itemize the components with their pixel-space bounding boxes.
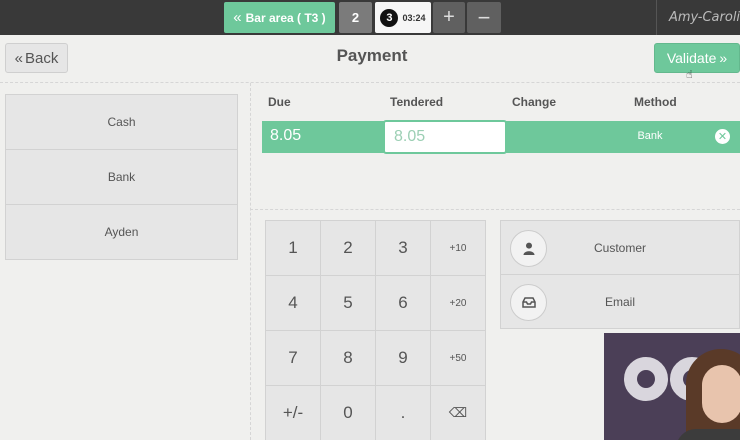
email-button[interactable]: Email	[500, 274, 740, 329]
user-icon	[510, 230, 547, 267]
column-method: Method	[634, 95, 677, 109]
numpad: 1 2 3 +10 4 5 6 +20 7 8 9 +50 +/- 0 . ⌫	[265, 220, 486, 440]
add-order-button[interactable]: +	[433, 2, 465, 33]
numpad-key-7[interactable]: 7	[265, 330, 321, 386]
numpad-key-backspace[interactable]: ⌫	[430, 385, 486, 440]
numpad-key-plus50[interactable]: +50	[430, 330, 486, 386]
double-chevron-left-icon: «	[233, 9, 242, 26]
numpad-key-plus10[interactable]: +10	[430, 220, 486, 276]
floor-back-button[interactable]: « Bar area ( T3 )	[224, 2, 335, 33]
cashier-name[interactable]: Amy-Caroline	[656, 0, 740, 35]
backspace-icon: ⌫	[448, 405, 468, 420]
hand-cursor-icon: ☝	[686, 69, 693, 81]
payment-method-bank[interactable]: Bank	[5, 149, 238, 205]
order-number-badge: 3	[380, 8, 399, 27]
lines-divider	[250, 209, 740, 210]
numpad-key-4[interactable]: 4	[265, 275, 321, 331]
validate-button[interactable]: Validate »	[654, 43, 740, 73]
column-tendered: Tendered	[390, 95, 444, 109]
order-time: 03:24	[402, 12, 426, 23]
double-chevron-right-icon: »	[719, 50, 728, 66]
column-due: Due	[268, 95, 291, 109]
back-button[interactable]: « Back	[5, 43, 68, 73]
remove-order-button[interactable]: −	[467, 2, 501, 33]
numpad-key-1[interactable]: 1	[265, 220, 321, 276]
numpad-key-6[interactable]: 6	[375, 275, 431, 331]
numpad-key-decimal[interactable]: .	[375, 385, 431, 440]
payment-line-method: Bank	[637, 130, 663, 142]
numpad-key-plus20[interactable]: +20	[430, 275, 486, 331]
numpad-key-2[interactable]: 2	[320, 220, 376, 276]
numpad-key-0[interactable]: 0	[320, 385, 376, 440]
payment-method-list: Cash Bank Ayden	[5, 94, 238, 260]
column-change: Change	[512, 95, 557, 109]
tendered-amount-input[interactable]: 8.05	[383, 120, 507, 154]
order-tab-2[interactable]: 2	[339, 2, 372, 33]
pos-topbar: « Bar area ( T3 ) 2 3 03:24 + − Amy-Caro…	[0, 0, 740, 35]
page-title: Payment	[336, 46, 408, 65]
payment-method-ayden[interactable]: Ayden	[5, 204, 238, 260]
numpad-key-5[interactable]: 5	[320, 275, 376, 331]
payment-line-due: 8.05	[270, 127, 302, 144]
payment-actions: Customer Email	[500, 220, 740, 329]
close-circle-icon[interactable]: ✕	[715, 129, 730, 144]
numpad-key-sign[interactable]: +/-	[265, 385, 321, 440]
customer-button[interactable]: Customer	[500, 220, 740, 275]
column-divider	[250, 83, 251, 440]
minus-icon: −	[477, 4, 491, 30]
order-tab-3-active[interactable]: 3 03:24	[375, 2, 431, 33]
numpad-key-8[interactable]: 8	[320, 330, 376, 386]
numpad-key-3[interactable]: 3	[375, 220, 431, 276]
payment-method-cash[interactable]: Cash	[5, 94, 238, 150]
inbox-icon	[510, 284, 547, 321]
floor-table-label: Bar area ( T3 )	[245, 10, 326, 25]
plus-icon: +	[443, 6, 455, 28]
header-divider	[0, 82, 740, 83]
webcam-overlay	[604, 333, 740, 440]
numpad-key-9[interactable]: 9	[375, 330, 431, 386]
double-chevron-left-icon: «	[14, 49, 23, 67]
